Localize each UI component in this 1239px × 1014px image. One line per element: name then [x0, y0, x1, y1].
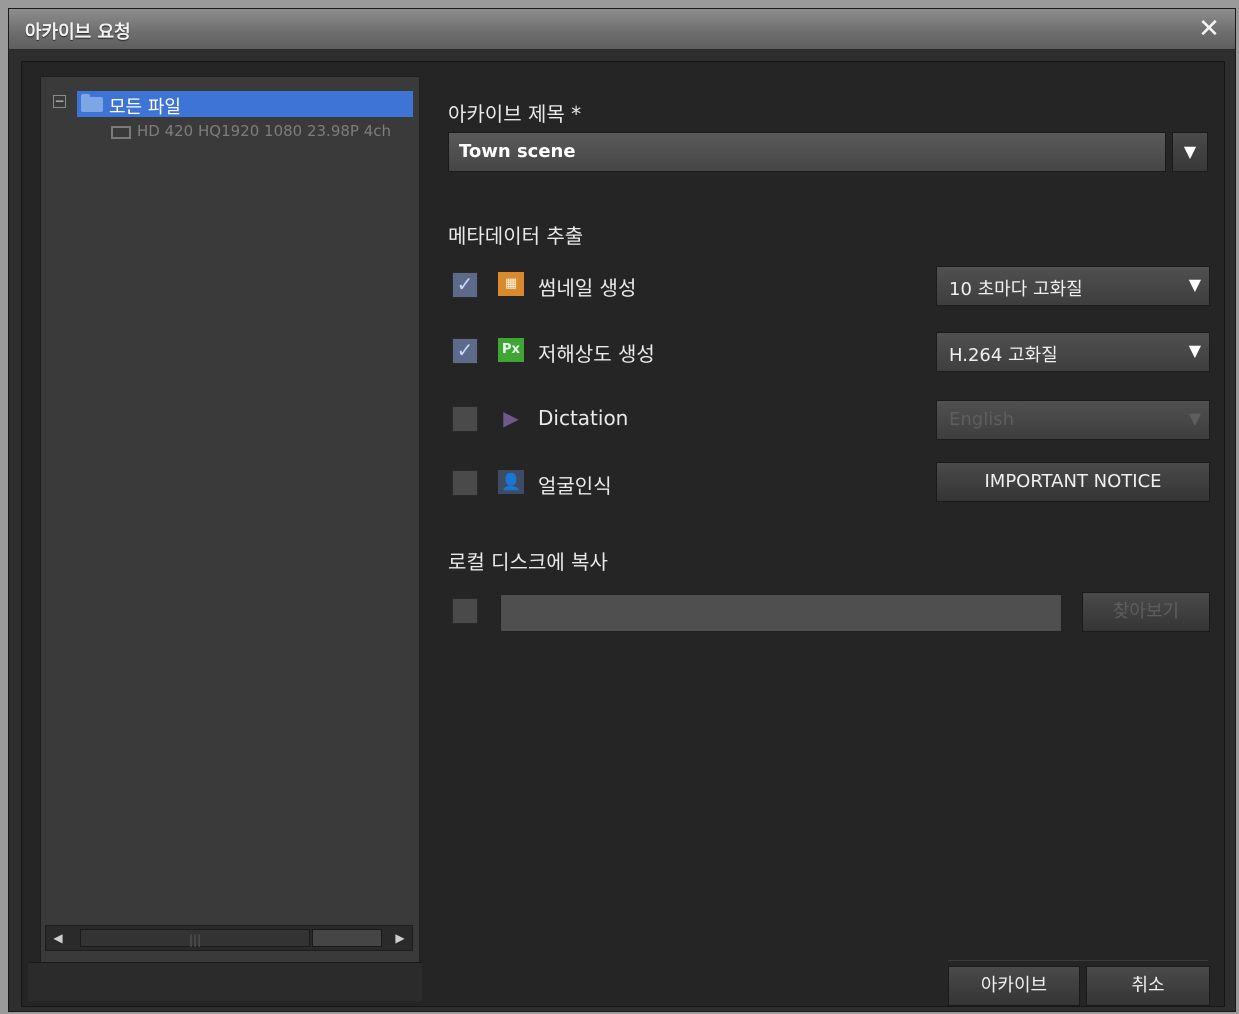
- tree-collapse-toggle[interactable]: −: [53, 95, 66, 108]
- scroll-left-icon[interactable]: ◀: [50, 930, 66, 946]
- dictation-language-dropdown[interactable]: English ▼: [936, 400, 1210, 440]
- local-path-input[interactable]: [500, 594, 1062, 632]
- archive-request-dialog: 아카이브 요청 ✕ − 모든 파일 HD 420 HQ1920 1080 23.…: [8, 8, 1236, 1012]
- chevron-down-icon: ▼: [1188, 409, 1201, 428]
- proxy-label: 저해상도 생성: [538, 342, 655, 366]
- thumbnail-quality-dropdown[interactable]: 10 초마다 고화질 ▼: [936, 266, 1210, 306]
- chevron-down-icon: ▼: [1188, 341, 1201, 360]
- archive-title-value: Town scene: [459, 141, 576, 162]
- dropdown-value: H.264 고화질: [949, 345, 1058, 366]
- tree-item-clip[interactable]: HD 420 HQ1920 1080 23.98P 4ch: [111, 121, 413, 143]
- archive-title-label: 아카이브 제목 *: [448, 102, 582, 126]
- browse-button[interactable]: 찾아보기: [1082, 592, 1210, 632]
- proxy-px-icon: Px: [498, 338, 524, 362]
- thumbnail-checkbox[interactable]: ✓: [452, 272, 478, 298]
- local-copy-checkbox[interactable]: [452, 598, 478, 624]
- file-tree-pane: − 모든 파일 HD 420 HQ1920 1080 23.98P 4ch ◀ …: [40, 76, 420, 966]
- important-notice-button[interactable]: IMPORTANT NOTICE: [936, 462, 1210, 502]
- dictation-checkbox[interactable]: [452, 406, 478, 432]
- dictation-label: Dictation: [538, 406, 629, 430]
- thumbnail-icon: ▦: [498, 272, 524, 296]
- dropdown-value: 10 초마다 고화질: [949, 279, 1083, 300]
- dropdown-value: English: [949, 409, 1014, 430]
- proxy-checkbox[interactable]: ✓: [452, 338, 478, 364]
- thumbnail-label: 썸네일 생성: [538, 276, 637, 300]
- cancel-button[interactable]: 취소: [1086, 966, 1210, 1006]
- footer-divider: [948, 960, 1208, 961]
- chevron-down-icon: ▼: [1188, 275, 1201, 294]
- dialog-body: − 모든 파일 HD 420 HQ1920 1080 23.98P 4ch ◀ …: [21, 61, 1225, 1007]
- clip-icon: [111, 126, 131, 139]
- scroll-thumb[interactable]: |||: [80, 929, 310, 947]
- face-icon: 👤: [498, 470, 524, 494]
- proxy-format-dropdown[interactable]: H.264 고화질 ▼: [936, 332, 1210, 372]
- dialog-title: 아카이브 요청: [25, 22, 131, 43]
- close-icon[interactable]: ✕: [1195, 15, 1223, 43]
- scroll-right-icon[interactable]: ▶: [392, 930, 408, 946]
- grip-icon: |||: [189, 933, 202, 947]
- metadata-heading: 메타데이터 추출: [448, 224, 584, 248]
- dictation-icon: ▶: [503, 406, 519, 430]
- folder-icon: [81, 94, 103, 112]
- tree-item-label: 모든 파일: [109, 97, 181, 118]
- archive-button[interactable]: 아카이브: [948, 966, 1080, 1006]
- local-copy-heading: 로컬 디스크에 복사: [448, 550, 608, 574]
- scroll-track-segment[interactable]: [312, 929, 382, 947]
- tree-status-strip: [28, 962, 422, 1001]
- tree-item-all-files[interactable]: 모든 파일: [77, 91, 413, 118]
- tree-item-label: HD 420 HQ1920 1080 23.98P 4ch: [137, 122, 392, 140]
- archive-title-input[interactable]: Town scene: [448, 132, 1166, 172]
- face-recognition-label: 얼굴인식: [538, 474, 612, 498]
- archive-title-dropdown-button[interactable]: ▼: [1172, 132, 1208, 172]
- horizontal-scrollbar[interactable]: ◀ ||| ▶: [45, 925, 413, 951]
- title-bar: 아카이브 요청 ✕: [9, 9, 1235, 50]
- face-recognition-checkbox[interactable]: [452, 470, 478, 496]
